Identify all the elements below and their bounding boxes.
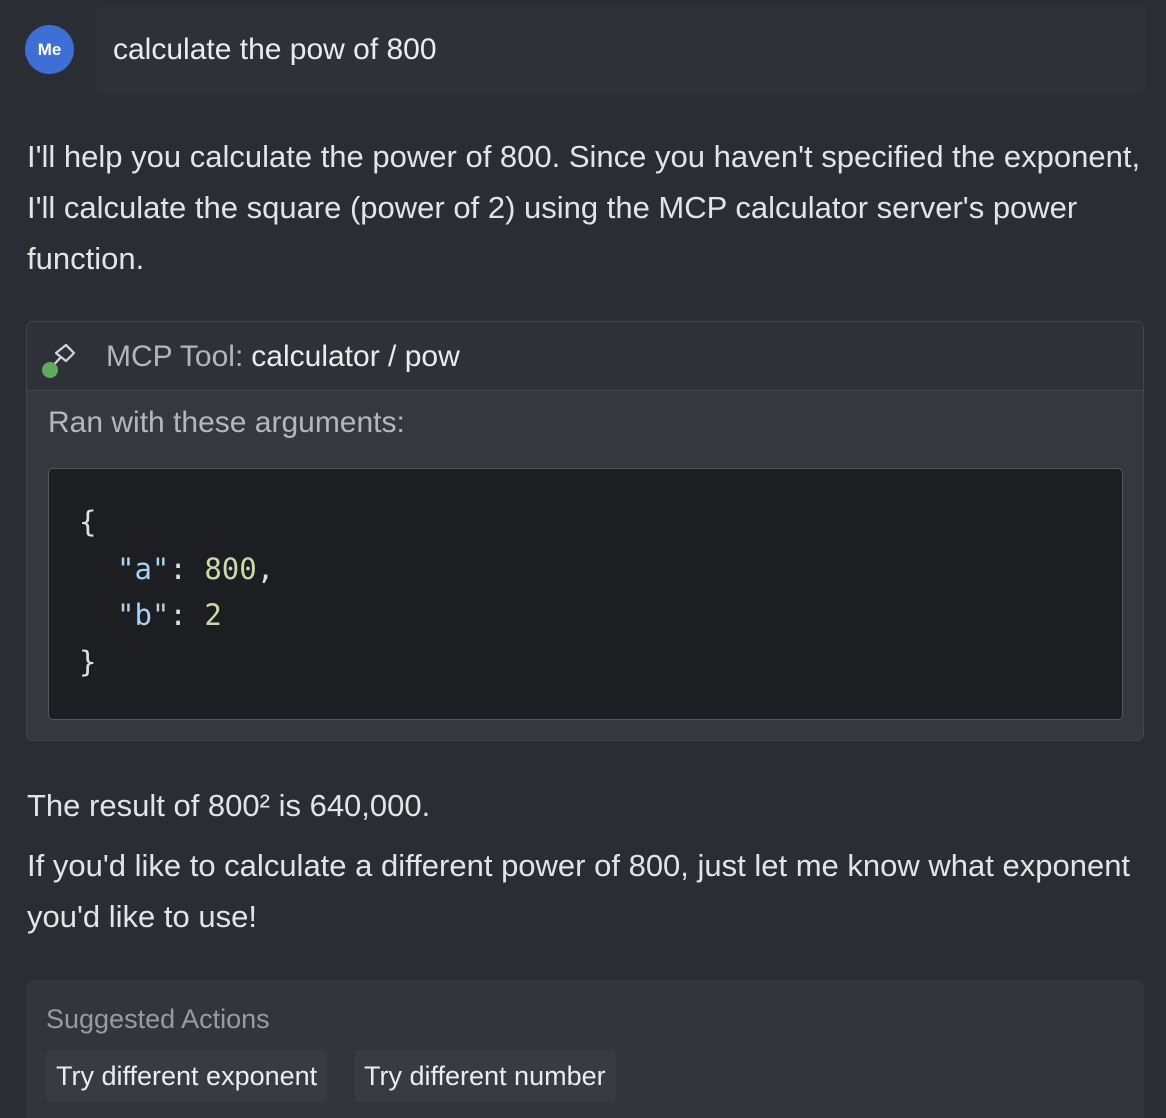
assistant-intro-text: I'll help you calculate the power of 800…	[27, 139, 1141, 276]
code-colon: :	[169, 552, 205, 586]
code-open-brace: {	[79, 505, 97, 539]
code-arg-key: "a"	[117, 552, 170, 586]
tool-title: MCP Tool: calculator / pow	[106, 322, 460, 391]
assistant-result-text: The result of 800² is 640,000.	[27, 788, 431, 823]
suggested-actions-label: Suggested Actions	[46, 1004, 270, 1034]
code-colon: :	[169, 598, 205, 632]
code-arg-key: "b"	[117, 598, 170, 632]
code-separator: ,	[256, 552, 275, 586]
user-message: calculate the pow of 800	[96, 6, 1146, 94]
code-arg-value: 800	[204, 552, 257, 586]
user-avatar: Me	[25, 25, 74, 74]
tool-name: calculator / pow	[251, 339, 460, 373]
mcp-tool-card: MCP Tool: calculator / pow Ran with thes…	[26, 321, 1144, 741]
user-message-text: calculate the pow of 800	[113, 33, 437, 66]
try-different-exponent-button[interactable]: Try different exponent	[46, 1050, 328, 1102]
try-different-number-button[interactable]: Try different number	[354, 1050, 616, 1102]
status-dot-icon	[42, 362, 58, 378]
code-arg-line: "b": 2	[117, 598, 222, 632]
tool-arguments-label: Ran with these arguments:	[48, 406, 405, 439]
tool-arguments-code: { "a": 800, "b": 2 }	[48, 468, 1123, 720]
tool-title-prefix: MCP Tool:	[106, 339, 244, 373]
tool-card-header[interactable]: MCP Tool: calculator / pow	[27, 322, 1143, 391]
code-arg-value: 2	[204, 598, 222, 632]
assistant-followup-text: If you'd like to calculate a different p…	[27, 848, 1131, 934]
suggested-actions-panel: Suggested Actions Try different exponent…	[26, 980, 1144, 1118]
hammer-icon	[42, 343, 76, 378]
code-close-brace: }	[79, 645, 97, 679]
code-arg-line: "a": 800,	[117, 552, 274, 586]
